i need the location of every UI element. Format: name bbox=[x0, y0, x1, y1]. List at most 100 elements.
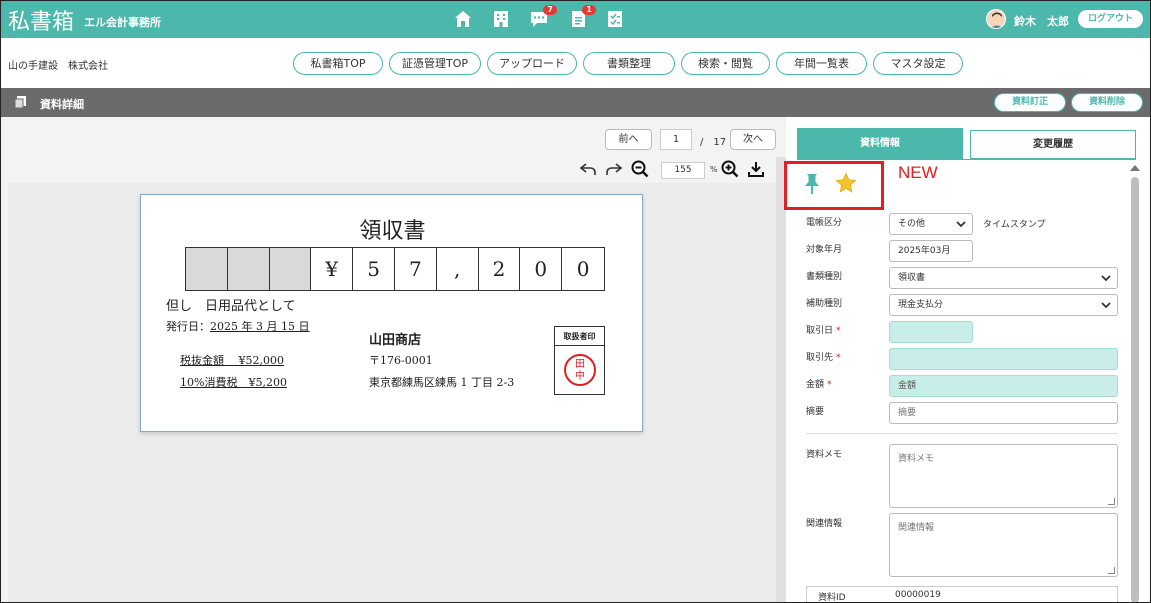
chat-badge: 7 bbox=[543, 5, 557, 15]
tab-divider bbox=[797, 159, 1136, 160]
amount-input[interactable]: 金額 bbox=[889, 375, 1118, 397]
related-textarea[interactable]: 関連情報 bbox=[889, 513, 1118, 577]
ledger-type-value: その他 bbox=[898, 219, 926, 229]
resize-handle[interactable] bbox=[1108, 498, 1115, 505]
section-divider bbox=[806, 433, 1118, 434]
document-badge: 1 bbox=[582, 5, 596, 15]
transaction-date-label: 取引日 * bbox=[806, 323, 841, 336]
period-label: 対象年月 bbox=[806, 245, 843, 255]
partner-label: 取引先 * bbox=[806, 350, 841, 363]
summary-input[interactable]: 摘要 bbox=[889, 402, 1118, 424]
delete-document-button[interactable]: 資料削除 bbox=[1071, 93, 1143, 112]
building-icon[interactable] bbox=[491, 9, 511, 29]
page-input[interactable]: 1 bbox=[660, 129, 692, 150]
amount-cell: ¥ bbox=[311, 248, 354, 290]
memo-placeholder: 資料メモ bbox=[898, 454, 935, 464]
document-icon[interactable]: 1 bbox=[568, 5, 596, 29]
rotate-right-icon[interactable] bbox=[605, 160, 623, 178]
transaction-date-text: 取引日 bbox=[806, 326, 834, 336]
related-label: 関連情報 bbox=[806, 519, 843, 529]
store-name: 山田商店 bbox=[369, 333, 422, 348]
memo-textarea[interactable]: 資料メモ bbox=[889, 444, 1118, 508]
prev-page-button[interactable]: 前へ bbox=[605, 129, 652, 150]
scroll-thumb[interactable] bbox=[1131, 177, 1139, 603]
ledger-type-select[interactable]: その他 bbox=[889, 213, 973, 235]
zoom-input[interactable]: 155 bbox=[661, 162, 705, 179]
scroll-up-icon[interactable] bbox=[1130, 165, 1140, 171]
nav-organize[interactable]: 書類整理 bbox=[583, 52, 675, 75]
amount-cell: 5 bbox=[353, 248, 395, 290]
partner-input[interactable] bbox=[889, 348, 1118, 370]
user-name: 鈴木 太郎 bbox=[1014, 15, 1069, 28]
required-mark: * bbox=[827, 380, 832, 390]
nav-shishobako-top[interactable]: 私書箱TOP bbox=[293, 52, 383, 75]
panel-scrollbar[interactable] bbox=[1128, 163, 1142, 603]
viewer-scrollbar[interactable] bbox=[776, 157, 786, 603]
rotate-left-icon[interactable] bbox=[579, 160, 597, 178]
memo-label: 資料メモ bbox=[806, 450, 843, 460]
ledger-type-label: 電帳区分 bbox=[806, 218, 843, 228]
home-icon[interactable] bbox=[453, 9, 473, 29]
document-id-label: 資料ID bbox=[818, 593, 846, 603]
handler-stamp-box: 取扱者印 田 中 bbox=[554, 326, 605, 395]
highlight-box bbox=[784, 161, 884, 210]
page-title-bar: 資料詳細 資料訂正 資料削除 bbox=[0, 88, 1151, 117]
zoom-out-icon[interactable] bbox=[631, 160, 649, 178]
chat-icon[interactable]: 7 bbox=[529, 5, 557, 29]
transaction-date-input[interactable] bbox=[889, 321, 973, 343]
amount-cell bbox=[186, 248, 228, 290]
nav-voucher-top[interactable]: 証憑管理TOP bbox=[389, 52, 481, 75]
seal-stamp: 田 中 bbox=[564, 354, 596, 386]
nav-upload[interactable]: アップロード bbox=[487, 52, 577, 75]
receipt-memo: 但し 日用品代として bbox=[166, 299, 296, 314]
related-placeholder: 関連情報 bbox=[898, 523, 935, 533]
amount-cell: , bbox=[437, 248, 479, 290]
document-id-row: 資料ID 00000019 bbox=[806, 586, 1118, 603]
doctype-select[interactable]: 領収書 bbox=[889, 267, 1118, 289]
download-icon[interactable] bbox=[747, 160, 765, 178]
zoom-in-icon[interactable] bbox=[721, 160, 739, 178]
receipt-issue-date: 発行日：2025 年 3 月 15 日 bbox=[166, 318, 309, 334]
tax-excluded-amount: 税抜金額 ¥52,000 bbox=[180, 354, 284, 367]
checklist-icon[interactable] bbox=[605, 9, 625, 29]
top-bar: 私書箱 エル会計事務所 7 1 鈴木 太郎 ログアウト bbox=[0, 0, 1151, 38]
pin-icon[interactable] bbox=[803, 173, 821, 195]
page-title: 資料詳細 bbox=[40, 98, 84, 111]
documents-icon bbox=[14, 95, 28, 109]
amount-text: 金額 bbox=[806, 380, 825, 390]
edit-document-button[interactable]: 資料訂正 bbox=[994, 93, 1066, 112]
star-icon[interactable] bbox=[835, 172, 857, 194]
tab-document-info[interactable]: 資料情報 bbox=[797, 128, 963, 159]
summary-label: 摘要 bbox=[806, 407, 825, 417]
subtype-select[interactable]: 現金支払分 bbox=[889, 294, 1118, 316]
app-logo[interactable]: 私書箱 bbox=[8, 4, 74, 36]
seal-char: 田 bbox=[575, 359, 585, 370]
page-total: / 17 bbox=[700, 137, 727, 148]
chevron-down-icon bbox=[1101, 275, 1111, 282]
chevron-down-icon bbox=[956, 221, 966, 228]
required-mark: * bbox=[836, 353, 841, 363]
period-input[interactable]: 2025年03月 bbox=[889, 240, 973, 262]
amount-cell bbox=[269, 248, 312, 290]
nav-search[interactable]: 検索・閲覧 bbox=[681, 52, 770, 75]
amount-cell: 0 bbox=[520, 248, 563, 290]
amount-cell: 7 bbox=[395, 248, 437, 290]
issue-date-label: 発行日： bbox=[166, 320, 210, 333]
doctype-label: 書類種別 bbox=[806, 272, 843, 282]
seal-char: 中 bbox=[575, 371, 585, 382]
next-page-button[interactable]: 次へ bbox=[730, 129, 776, 150]
subtype-label: 補助種別 bbox=[806, 299, 843, 309]
doctype-value: 領収書 bbox=[898, 273, 926, 283]
resize-handle[interactable] bbox=[1108, 567, 1115, 574]
partner-text: 取引先 bbox=[806, 353, 834, 363]
tab-change-history[interactable]: 変更履歴 bbox=[970, 130, 1136, 159]
nav-master[interactable]: マスタ設定 bbox=[873, 52, 963, 75]
store-address: 東京都練馬区練馬 1 丁目 2-3 bbox=[369, 376, 515, 389]
user-avatar[interactable] bbox=[986, 9, 1006, 29]
store-postal: 〒176-0001 bbox=[369, 354, 433, 367]
nav-annual[interactable]: 年間一覧表 bbox=[776, 52, 867, 75]
receipt-document: 領収書 ¥ 5 7 , 2 0 0 但し 日用品代として 発行日：2025 年 … bbox=[140, 194, 643, 432]
amount-grid: ¥ 5 7 , 2 0 0 bbox=[185, 247, 605, 291]
amount-label: 金額 * bbox=[806, 377, 832, 390]
logout-button[interactable]: ログアウト bbox=[1078, 10, 1143, 28]
